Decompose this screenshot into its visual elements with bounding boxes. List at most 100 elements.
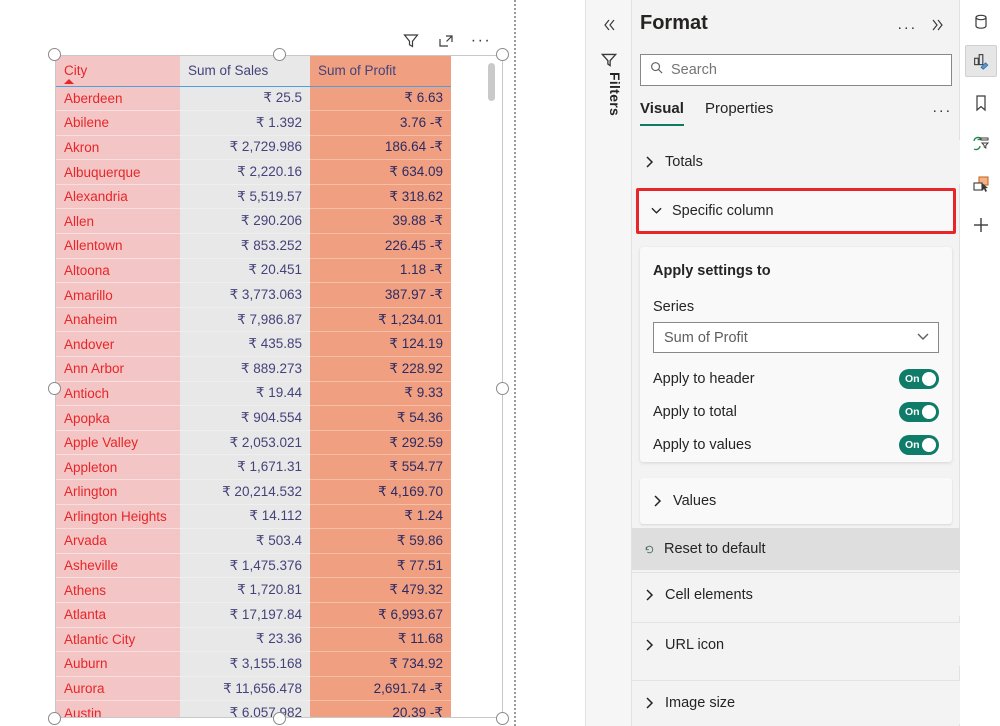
apply-to-header-toggle[interactable]: On	[899, 369, 939, 389]
filters-pane-label: Filters	[607, 72, 623, 117]
cell-sales: ₹ 435.85	[180, 331, 310, 358]
more-options-icon[interactable]: ···	[470, 30, 492, 52]
cell-sales: ₹ 3,773.063	[180, 282, 310, 308]
table-row[interactable]: Arlington ₹ 20,214.532 ₹ 4,169.70	[56, 479, 451, 505]
table-row[interactable]: Amarillo ₹ 3,773.063 387.97 -₹	[56, 282, 451, 308]
search-input[interactable]	[671, 62, 943, 78]
column-header-city[interactable]: City	[56, 56, 180, 87]
table-row[interactable]: Anaheim ₹ 7,986.87 ₹ 1,234.01	[56, 307, 451, 333]
reset-to-default-button[interactable]: Reset to default	[632, 528, 960, 570]
tab-properties[interactable]: Properties	[705, 100, 773, 124]
chevron-right-icon	[644, 588, 655, 601]
tab-visual[interactable]: Visual	[640, 100, 684, 126]
apply-to-values-toggle[interactable]: On	[899, 435, 939, 455]
table-row[interactable]: Appleton ₹ 1,671.31 ₹ 554.77	[56, 454, 451, 480]
cell-city: Abilene	[56, 110, 180, 136]
section-url-icon[interactable]: URL icon	[632, 622, 960, 666]
table-row[interactable]: Abilene ₹ 1.392 3.76 -₹	[56, 110, 451, 136]
resize-handle-middle-left[interactable]	[48, 382, 61, 395]
table-row[interactable]: Atlantic City ₹ 23.36 ₹ 11.68	[56, 627, 451, 653]
chevron-double-right-icon[interactable]	[927, 14, 949, 36]
cell-city: Arlington Heights	[56, 504, 180, 530]
resize-handle-bottom-center[interactable]	[273, 712, 286, 725]
toggle-knob	[922, 405, 936, 419]
cell-city: Apopka	[56, 405, 180, 431]
tabs-more-options-icon[interactable]: ···	[932, 102, 952, 119]
table-row[interactable]: Allentown ₹ 853.252 226.45 -₹	[56, 233, 451, 259]
cell-profit: ₹ 6,993.67	[310, 602, 451, 628]
sync-filters-icon[interactable]	[965, 128, 997, 160]
cell-sales: ₹ 7,986.87	[180, 307, 310, 333]
search-box[interactable]	[640, 54, 952, 86]
apply-to-values-toggle-state: On	[905, 439, 920, 451]
filter-icon[interactable]	[599, 50, 619, 70]
bookmark-icon[interactable]	[965, 87, 997, 119]
specific-column-settings-card: Apply settings to Series Sum of Profit A…	[640, 247, 952, 462]
resize-handle-bottom-left[interactable]	[48, 712, 61, 725]
cell-profit: 20.39 -₹	[310, 700, 451, 717]
section-specific-column[interactable]: Specific column	[636, 188, 956, 234]
table-scroll-area[interactable]: City Sum of Sales Sum of Profit Aberdeen…	[56, 56, 494, 717]
table-row[interactable]: Arlington Heights ₹ 14.112 ₹ 1.24	[56, 504, 451, 530]
apply-settings-to-label: Apply settings to	[653, 263, 771, 279]
table-row[interactable]: Athens ₹ 1,720.81 ₹ 479.32	[56, 577, 451, 603]
table-row[interactable]: Apopka ₹ 904.554 ₹ 54.36	[56, 405, 451, 431]
format-paintbrush-icon[interactable]	[965, 45, 997, 77]
cell-city: Asheville	[56, 553, 180, 579]
cell-sales: ₹ 11,656.478	[180, 676, 310, 702]
apply-to-total-toggle[interactable]: On	[899, 402, 939, 422]
section-totals[interactable]: Totals	[632, 140, 960, 184]
cell-city: Allentown	[56, 233, 180, 259]
resize-handle-top-left[interactable]	[48, 48, 61, 61]
section-cell-elements[interactable]: Cell elements	[632, 572, 960, 616]
table-row[interactable]: Antioch ₹ 19.44 ₹ 9.33	[56, 381, 451, 407]
reset-undo-icon	[644, 542, 655, 557]
section-image-size[interactable]: Image size	[632, 680, 960, 724]
resize-handle-middle-right[interactable]	[496, 382, 509, 395]
toggle-knob	[922, 372, 936, 386]
filter-icon[interactable]	[400, 30, 422, 52]
table-row[interactable]: Asheville ₹ 1,475.376 ₹ 77.51	[56, 553, 451, 579]
cell-city: Arlington	[56, 479, 180, 505]
apply-to-header-toggle-state: On	[905, 373, 920, 385]
cell-city: Atlantic City	[56, 627, 180, 653]
add-icon[interactable]	[965, 209, 997, 241]
cell-city: Allen	[56, 208, 180, 235]
data-cylinder-icon[interactable]	[965, 6, 997, 38]
column-header-sum-of-sales[interactable]: Sum of Sales	[180, 56, 310, 87]
table-row[interactable]: Ann Arbor ₹ 889.273 ₹ 228.92	[56, 356, 451, 382]
table-row[interactable]: Aurora ₹ 11,656.478 2,691.74 -₹	[56, 676, 451, 702]
selection-pane-icon[interactable]	[965, 168, 997, 200]
cell-city: Apple Valley	[56, 430, 180, 456]
resize-handle-bottom-right[interactable]	[496, 712, 509, 725]
cell-sales: ₹ 889.273	[180, 356, 310, 382]
table-row[interactable]: Andover ₹ 435.85 ₹ 124.19	[56, 331, 451, 358]
table-row[interactable]: Apple Valley ₹ 2,053.021 ₹ 292.59	[56, 430, 451, 456]
table-row[interactable]: Alexandria ₹ 5,519.57 ₹ 318.62	[56, 184, 451, 210]
table-row[interactable]: Altoona ₹ 20.451 1.18 -₹	[56, 258, 451, 284]
table-row[interactable]: Arvada ₹ 503.4 ₹ 59.86	[56, 528, 451, 554]
resize-handle-top-center[interactable]	[273, 48, 286, 61]
table-header: City Sum of Sales Sum of Profit	[56, 56, 451, 87]
column-header-sum-of-profit[interactable]: Sum of Profit	[310, 56, 451, 87]
series-dropdown[interactable]: Sum of Profit	[653, 322, 939, 353]
more-options-icon[interactable]: ···	[897, 19, 917, 36]
focus-mode-icon[interactable]	[435, 30, 457, 52]
cell-sales: ₹ 5,519.57	[180, 184, 310, 210]
table-row[interactable]: Albuquerque ₹ 2,220.16 ₹ 634.09	[56, 159, 451, 185]
table-row[interactable]: Akron ₹ 2,729.986 186.64 -₹	[56, 135, 451, 161]
chevron-right-icon	[644, 156, 655, 168]
section-values[interactable]: Values	[640, 478, 952, 524]
table-row[interactable]: Atlanta ₹ 17,197.84 ₹ 6,993.67	[56, 602, 451, 628]
table-row[interactable]: Auburn ₹ 3,155.168 ₹ 734.92	[56, 651, 451, 677]
table-vertical-scrollbar[interactable]	[488, 63, 495, 101]
format-pane: Format ··· Visual Properties ···	[632, 0, 960, 726]
chevron-double-left-icon[interactable]	[598, 14, 620, 36]
table-row[interactable]: Allen ₹ 290.206 39.88 -₹	[56, 208, 451, 235]
table-row[interactable]: Austin ₹ 6,057.982 20.39 -₹	[56, 700, 451, 717]
cell-profit: ₹ 59.86	[310, 528, 451, 554]
cell-profit: ₹ 1,234.01	[310, 307, 451, 333]
resize-handle-top-right[interactable]	[496, 48, 509, 61]
apply-to-values-label: Apply to values	[653, 437, 752, 453]
table-row[interactable]: Aberdeen ₹ 25.5 ₹ 6.63	[56, 86, 451, 112]
